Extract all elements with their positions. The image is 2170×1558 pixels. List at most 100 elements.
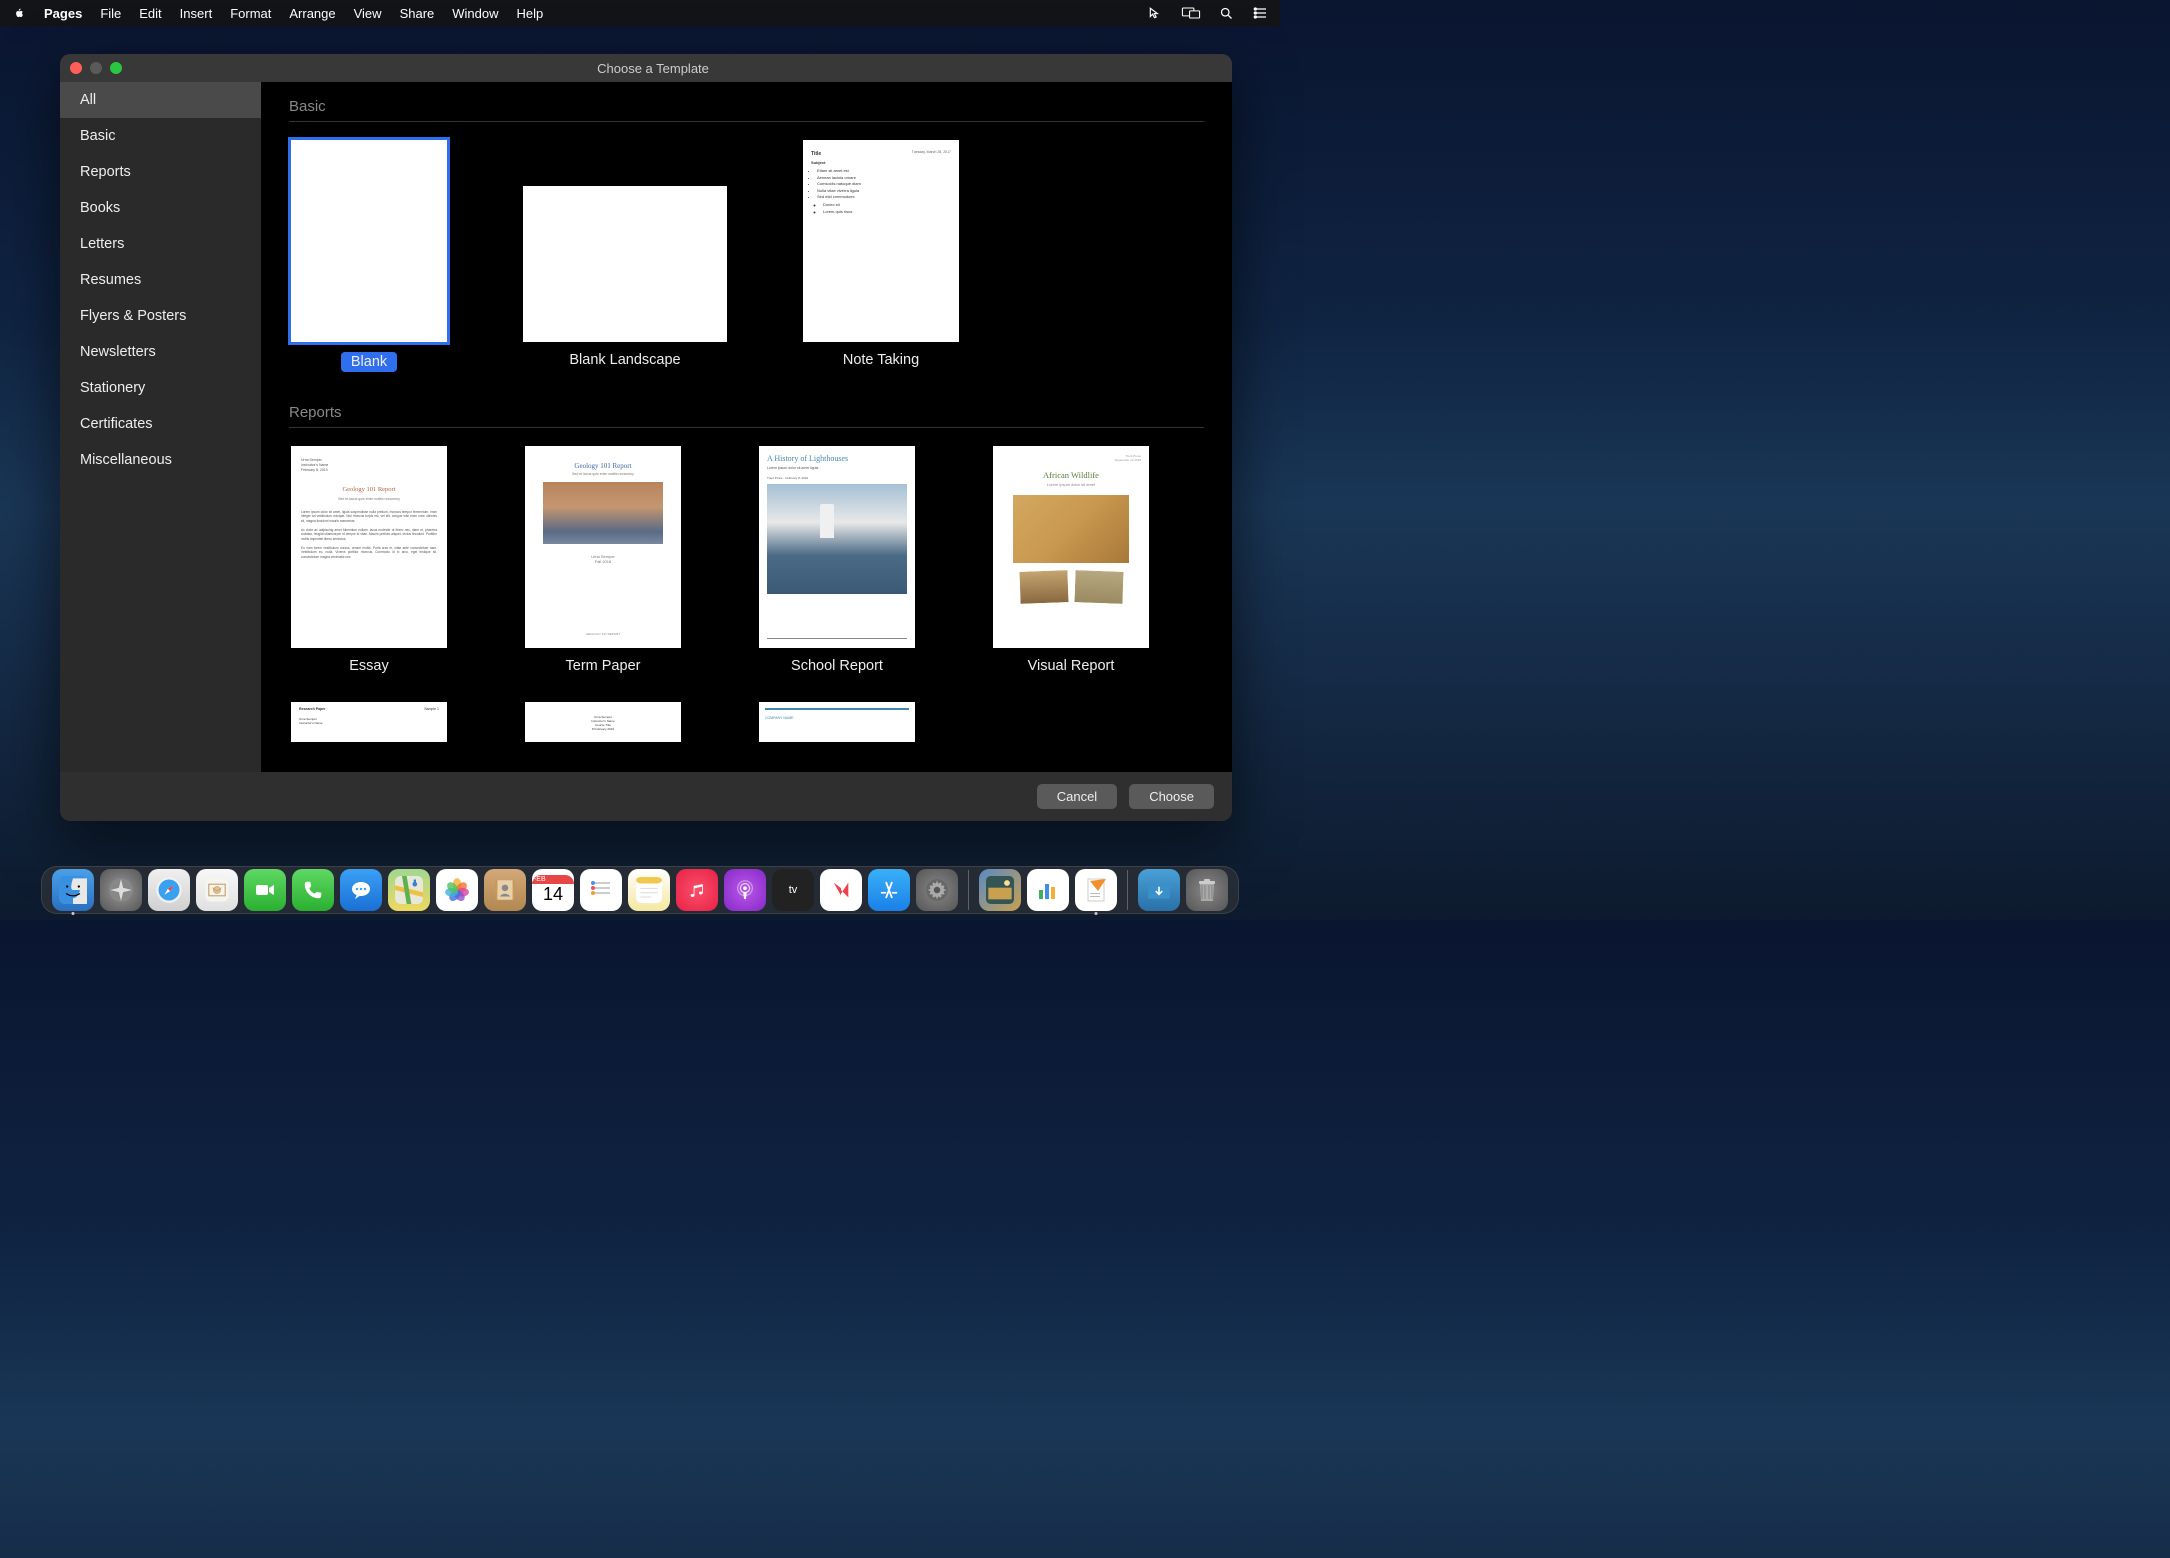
sidebar-item-certificates[interactable]: Certificates xyxy=(60,406,261,442)
dock-launchpad-icon[interactable] xyxy=(100,869,142,911)
dock-appstore-icon[interactable] xyxy=(868,869,910,911)
template-essay[interactable]: Urna SemperInstructor's NameFebruary 8, … xyxy=(289,446,449,674)
dock-recent-numbers-icon[interactable] xyxy=(1027,869,1069,911)
sidebar-item-stationery[interactable]: Stationery xyxy=(60,370,261,406)
close-button[interactable] xyxy=(70,62,82,74)
template-blank[interactable]: Blank xyxy=(289,140,449,372)
dock-contacts-icon[interactable] xyxy=(484,869,526,911)
dock-finder-icon[interactable] xyxy=(52,869,94,911)
menu-share[interactable]: Share xyxy=(400,6,435,21)
dock-photos-icon[interactable] xyxy=(436,869,478,911)
menu-edit[interactable]: Edit xyxy=(139,6,161,21)
dock-maps-icon[interactable] xyxy=(388,869,430,911)
template-label: Blank Landscape xyxy=(569,352,680,368)
visual-report-image-small xyxy=(1017,568,1070,606)
template-thumb[interactable]: Trent PruceSeptember 14 2018 African Wil… xyxy=(993,446,1149,648)
sidebar-item-books[interactable]: Books xyxy=(60,190,261,226)
template-thumb[interactable] xyxy=(291,140,447,342)
visual-report-image-main xyxy=(1011,493,1131,565)
research-paper-left: Research Paper xyxy=(299,707,325,711)
dock-safari-icon[interactable] xyxy=(148,869,190,911)
template-research-paper[interactable]: Research PaperSample 1 Urna SemperInstru… xyxy=(289,702,449,752)
school-report-byline: Trent Pruce · February 8, 2019 xyxy=(767,476,907,480)
sidebar-item-basic[interactable]: Basic xyxy=(60,118,261,154)
cursor-icon[interactable] xyxy=(1147,6,1163,20)
template-visual-report[interactable]: Trent PruceSeptember 14 2018 African Wil… xyxy=(991,446,1151,674)
dock-settings-icon[interactable] xyxy=(916,869,958,911)
template-label: Blank xyxy=(341,352,397,372)
visual-report-image-small xyxy=(1072,568,1125,606)
template-partial-2[interactable]: Urna SemperInstructor's NameCourse Title… xyxy=(523,702,683,752)
sidebar-item-all[interactable]: All xyxy=(60,82,261,118)
category-sidebar: All Basic Reports Books Letters Resumes … xyxy=(60,82,261,772)
dock-facetime-icon[interactable] xyxy=(244,869,286,911)
dock-notes-icon[interactable] xyxy=(628,869,670,911)
template-thumb[interactable]: Geology 101 Report Sed et lacus quis eni… xyxy=(525,446,681,648)
menubar: Pages File Edit Insert Format Arrange Vi… xyxy=(0,0,1280,26)
dock-podcasts-icon[interactable] xyxy=(724,869,766,911)
screen-mirroring-icon[interactable] xyxy=(1181,6,1201,20)
term-paper-author: Urna SemperFall 2018 xyxy=(535,554,671,564)
dock-phone-icon[interactable] xyxy=(292,869,334,911)
sidebar-item-newsletters[interactable]: Newsletters xyxy=(60,334,261,370)
dock-recent-pages-icon[interactable] xyxy=(1075,869,1117,911)
template-thumb[interactable]: A History of Lighthouses Lorem ipsum dol… xyxy=(759,446,915,648)
school-report-title: A History of Lighthouses xyxy=(767,454,907,463)
dock-tv-icon[interactable]: tv xyxy=(772,869,814,911)
apple-menu-icon[interactable] xyxy=(12,6,26,20)
cancel-button[interactable]: Cancel xyxy=(1037,784,1117,809)
menu-insert[interactable]: Insert xyxy=(180,6,213,21)
menubar-app-name[interactable]: Pages xyxy=(44,6,82,21)
template-label: Note Taking xyxy=(843,352,919,368)
template-note-taking[interactable]: Tuesday, March 28, 2017 Title Subject Et… xyxy=(801,140,961,372)
template-school-report[interactable]: A History of Lighthouses Lorem ipsum dol… xyxy=(757,446,917,674)
template-thumb[interactable]: COMPANY NAME xyxy=(759,702,915,742)
sidebar-item-resumes[interactable]: Resumes xyxy=(60,262,261,298)
dock-separator xyxy=(968,870,969,910)
dock: FEB 14 tv xyxy=(41,866,1239,914)
calendar-month: FEB xyxy=(532,875,574,884)
dock-messages-icon[interactable] xyxy=(340,869,382,911)
template-thumb[interactable]: Urna SemperInstructor's NameCourse Title… xyxy=(525,702,681,742)
template-term-paper[interactable]: Geology 101 Report Sed et lacus quis eni… xyxy=(523,446,683,674)
note-taking-date: Tuesday, March 28, 2017 xyxy=(912,150,951,156)
dock-downloads-icon[interactable] xyxy=(1138,869,1180,911)
template-partial-3[interactable]: COMPANY NAME xyxy=(757,702,917,752)
template-label: Essay xyxy=(349,658,389,674)
menu-format[interactable]: Format xyxy=(230,6,271,21)
visual-report-subtitle: Lorem ipsum dolor sit amet xyxy=(1001,482,1141,487)
template-thumb[interactable]: Research PaperSample 1 Urna SemperInstru… xyxy=(291,702,447,742)
section-header-reports: Reports xyxy=(289,400,1204,428)
sidebar-item-reports[interactable]: Reports xyxy=(60,154,261,190)
menu-window[interactable]: Window xyxy=(452,6,498,21)
sidebar-item-miscellaneous[interactable]: Miscellaneous xyxy=(60,442,261,478)
dock-reminders-icon[interactable] xyxy=(580,869,622,911)
menu-file[interactable]: File xyxy=(100,6,121,21)
template-chooser-window: Choose a Template All Basic Reports Book… xyxy=(60,54,1232,821)
control-center-icon[interactable] xyxy=(1252,6,1268,20)
dock-music-icon[interactable] xyxy=(676,869,718,911)
dock-trash-icon[interactable] xyxy=(1186,869,1228,911)
dock-recent-preview-icon[interactable] xyxy=(979,869,1021,911)
sidebar-item-flyers-posters[interactable]: Flyers & Posters xyxy=(60,298,261,334)
template-label: Term Paper xyxy=(566,658,641,674)
sidebar-item-letters[interactable]: Letters xyxy=(60,226,261,262)
essay-subtitle: Sed et lacus quis enim mattis nonummy xyxy=(301,497,437,502)
note-taking-subject: Subject xyxy=(811,160,951,166)
research-paper-right: Sample 1 xyxy=(424,707,439,711)
choose-button[interactable]: Choose xyxy=(1129,784,1214,809)
template-thumb[interactable]: Tuesday, March 28, 2017 Title Subject Et… xyxy=(803,140,959,342)
dock-news-icon[interactable] xyxy=(820,869,862,911)
menu-view[interactable]: View xyxy=(354,6,382,21)
menu-help[interactable]: Help xyxy=(517,6,544,21)
menu-arrange[interactable]: Arrange xyxy=(289,6,335,21)
template-blank-landscape[interactable]: Blank Landscape xyxy=(523,140,727,372)
term-paper-image xyxy=(543,482,663,544)
dock-mail-icon[interactable] xyxy=(196,869,238,911)
spotlight-search-icon[interactable] xyxy=(1219,6,1234,21)
dock-calendar-icon[interactable]: FEB 14 xyxy=(532,869,574,911)
dialog-footer: Cancel Choose xyxy=(60,772,1232,821)
template-thumb[interactable]: Urna SemperInstructor's NameFebruary 8, … xyxy=(291,446,447,648)
titlebar: Choose a Template xyxy=(60,54,1232,82)
template-thumb[interactable] xyxy=(523,186,727,342)
